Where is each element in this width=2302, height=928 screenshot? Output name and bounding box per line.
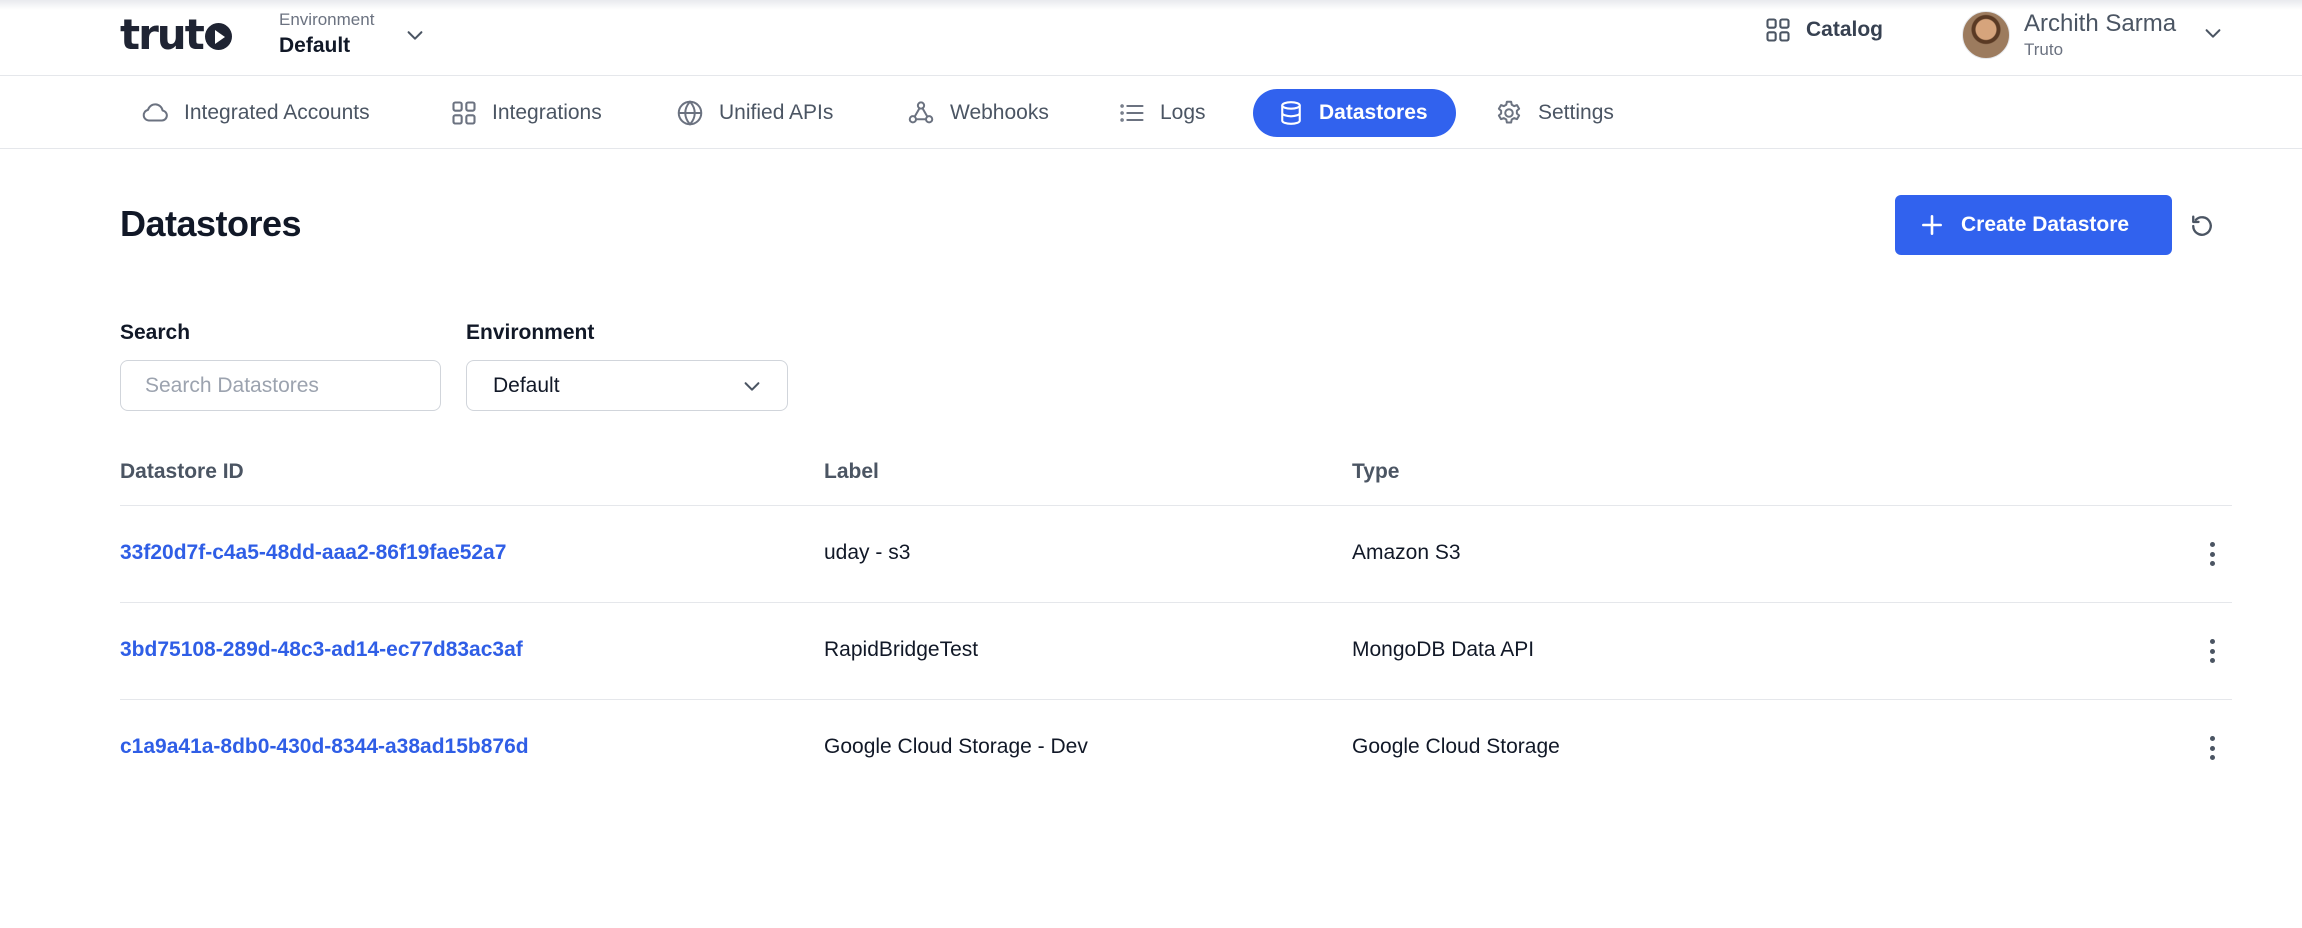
nav-item-webhooks[interactable]: Webhooks: [882, 89, 1073, 137]
environment-select[interactable]: Default: [466, 360, 788, 411]
nav-item-label: Datastores: [1319, 101, 1428, 124]
environment-switcher[interactable]: Environment Default: [279, 10, 374, 58]
grid-icon: [452, 101, 476, 125]
grid-icon: [1766, 18, 1790, 42]
user-chevron-down-icon[interactable]: [2202, 22, 2224, 44]
datastores-table: Datastore ID Label Type 33f20d7f-c4a5-48…: [120, 444, 2232, 797]
column-header-type: Type: [1352, 460, 1400, 483]
chevron-down-icon[interactable]: [404, 24, 426, 46]
row-actions-kebab-icon[interactable]: [2202, 733, 2222, 763]
nav-item-label: Unified APIs: [719, 101, 834, 124]
nav-item-label: Integrated Accounts: [184, 101, 370, 124]
nav-item-label: Settings: [1538, 101, 1614, 124]
logo-text: trut: [120, 9, 205, 59]
nav-item-label: Integrations: [492, 101, 602, 124]
list-icon: [1120, 104, 1144, 122]
nav-item-unified-apis[interactable]: Unified APIs: [651, 89, 857, 137]
nav-item-label: Webhooks: [950, 101, 1049, 124]
nav-item-integrated-accounts[interactable]: Integrated Accounts: [116, 89, 394, 137]
catalog-label: Catalog: [1806, 18, 1884, 41]
logo-mark-icon: [204, 22, 232, 50]
gear-icon: [1497, 100, 1521, 124]
refresh-button[interactable]: [2187, 211, 2217, 241]
nav-item-logs[interactable]: Logs: [1094, 89, 1230, 137]
environment-switcher-label: Environment: [279, 10, 375, 29]
table-row: 33f20d7f-c4a5-48dd-aaa2-86f19fae52a7 uda…: [120, 506, 2232, 603]
top-header: trut Environment Default Catalog Archith…: [0, 0, 2302, 76]
datastore-label: RapidBridgeTest: [824, 638, 979, 661]
catalog-button[interactable]: Catalog: [1764, 16, 1883, 44]
table-row: c1a9a41a-8db0-430d-8344-a38ad15b876d Goo…: [120, 700, 2232, 797]
main-nav: Integrated Accounts Integrations Unified…: [0, 77, 2302, 149]
user-menu[interactable]: Archith Sarma Truto: [1962, 10, 2176, 60]
plus-icon: [1922, 215, 1942, 235]
search-input[interactable]: [120, 360, 441, 411]
table-row: 3bd75108-289d-48c3-ad14-ec77d83ac3af Rap…: [120, 603, 2232, 700]
row-actions-kebab-icon[interactable]: [2202, 539, 2222, 569]
datastore-type: MongoDB Data API: [1352, 638, 1535, 661]
environment-switcher-value: Default: [279, 34, 351, 57]
environment-select-value: Default: [493, 373, 560, 397]
datastore-id-link[interactable]: c1a9a41a-8db0-430d-8344-a38ad15b876d: [120, 735, 529, 759]
truto-logo[interactable]: trut: [120, 10, 232, 59]
nav-item-integrations[interactable]: Integrations: [426, 89, 626, 137]
datastore-type: Amazon S3: [1352, 541, 1461, 564]
page-title: Datastores: [120, 203, 302, 244]
user-info: Archith Sarma Truto: [2024, 10, 2176, 60]
datastore-label: Google Cloud Storage - Dev: [824, 735, 1088, 758]
user-name: Archith Sarma: [2024, 10, 2177, 37]
nav-item-settings[interactable]: Settings: [1470, 89, 1638, 137]
datastore-type: Google Cloud Storage: [1352, 735, 1560, 758]
datastore-id-link[interactable]: 3bd75108-289d-48c3-ad14-ec77d83ac3af: [120, 638, 523, 662]
user-org: Truto: [2024, 40, 2064, 59]
cloud-icon: [142, 103, 168, 122]
table-header: Datastore ID Label Type: [120, 444, 2232, 506]
datastore-id-link[interactable]: 33f20d7f-c4a5-48dd-aaa2-86f19fae52a7: [120, 541, 506, 565]
globe-icon: [677, 100, 703, 126]
chevron-down-icon: [744, 382, 760, 391]
avatar: [1962, 11, 2010, 59]
nav-item-label: Logs: [1160, 101, 1206, 124]
column-header-datastore-id: Datastore ID: [120, 460, 244, 483]
environment-filter-label: Environment: [466, 321, 595, 344]
row-actions-kebab-icon[interactable]: [2202, 636, 2222, 666]
search-label: Search: [120, 321, 191, 344]
column-header-label: Label: [824, 460, 879, 483]
datastore-label: uday - s3: [824, 541, 911, 564]
create-datastore-label: Create Datastore: [1961, 213, 2130, 236]
refresh-icon: [2192, 215, 2212, 236]
nav-item-datastores[interactable]: Datastores: [1253, 89, 1456, 137]
create-datastore-button[interactable]: Create Datastore: [1895, 195, 2172, 255]
webhook-icon: [908, 101, 934, 124]
database-icon: [1281, 101, 1301, 125]
